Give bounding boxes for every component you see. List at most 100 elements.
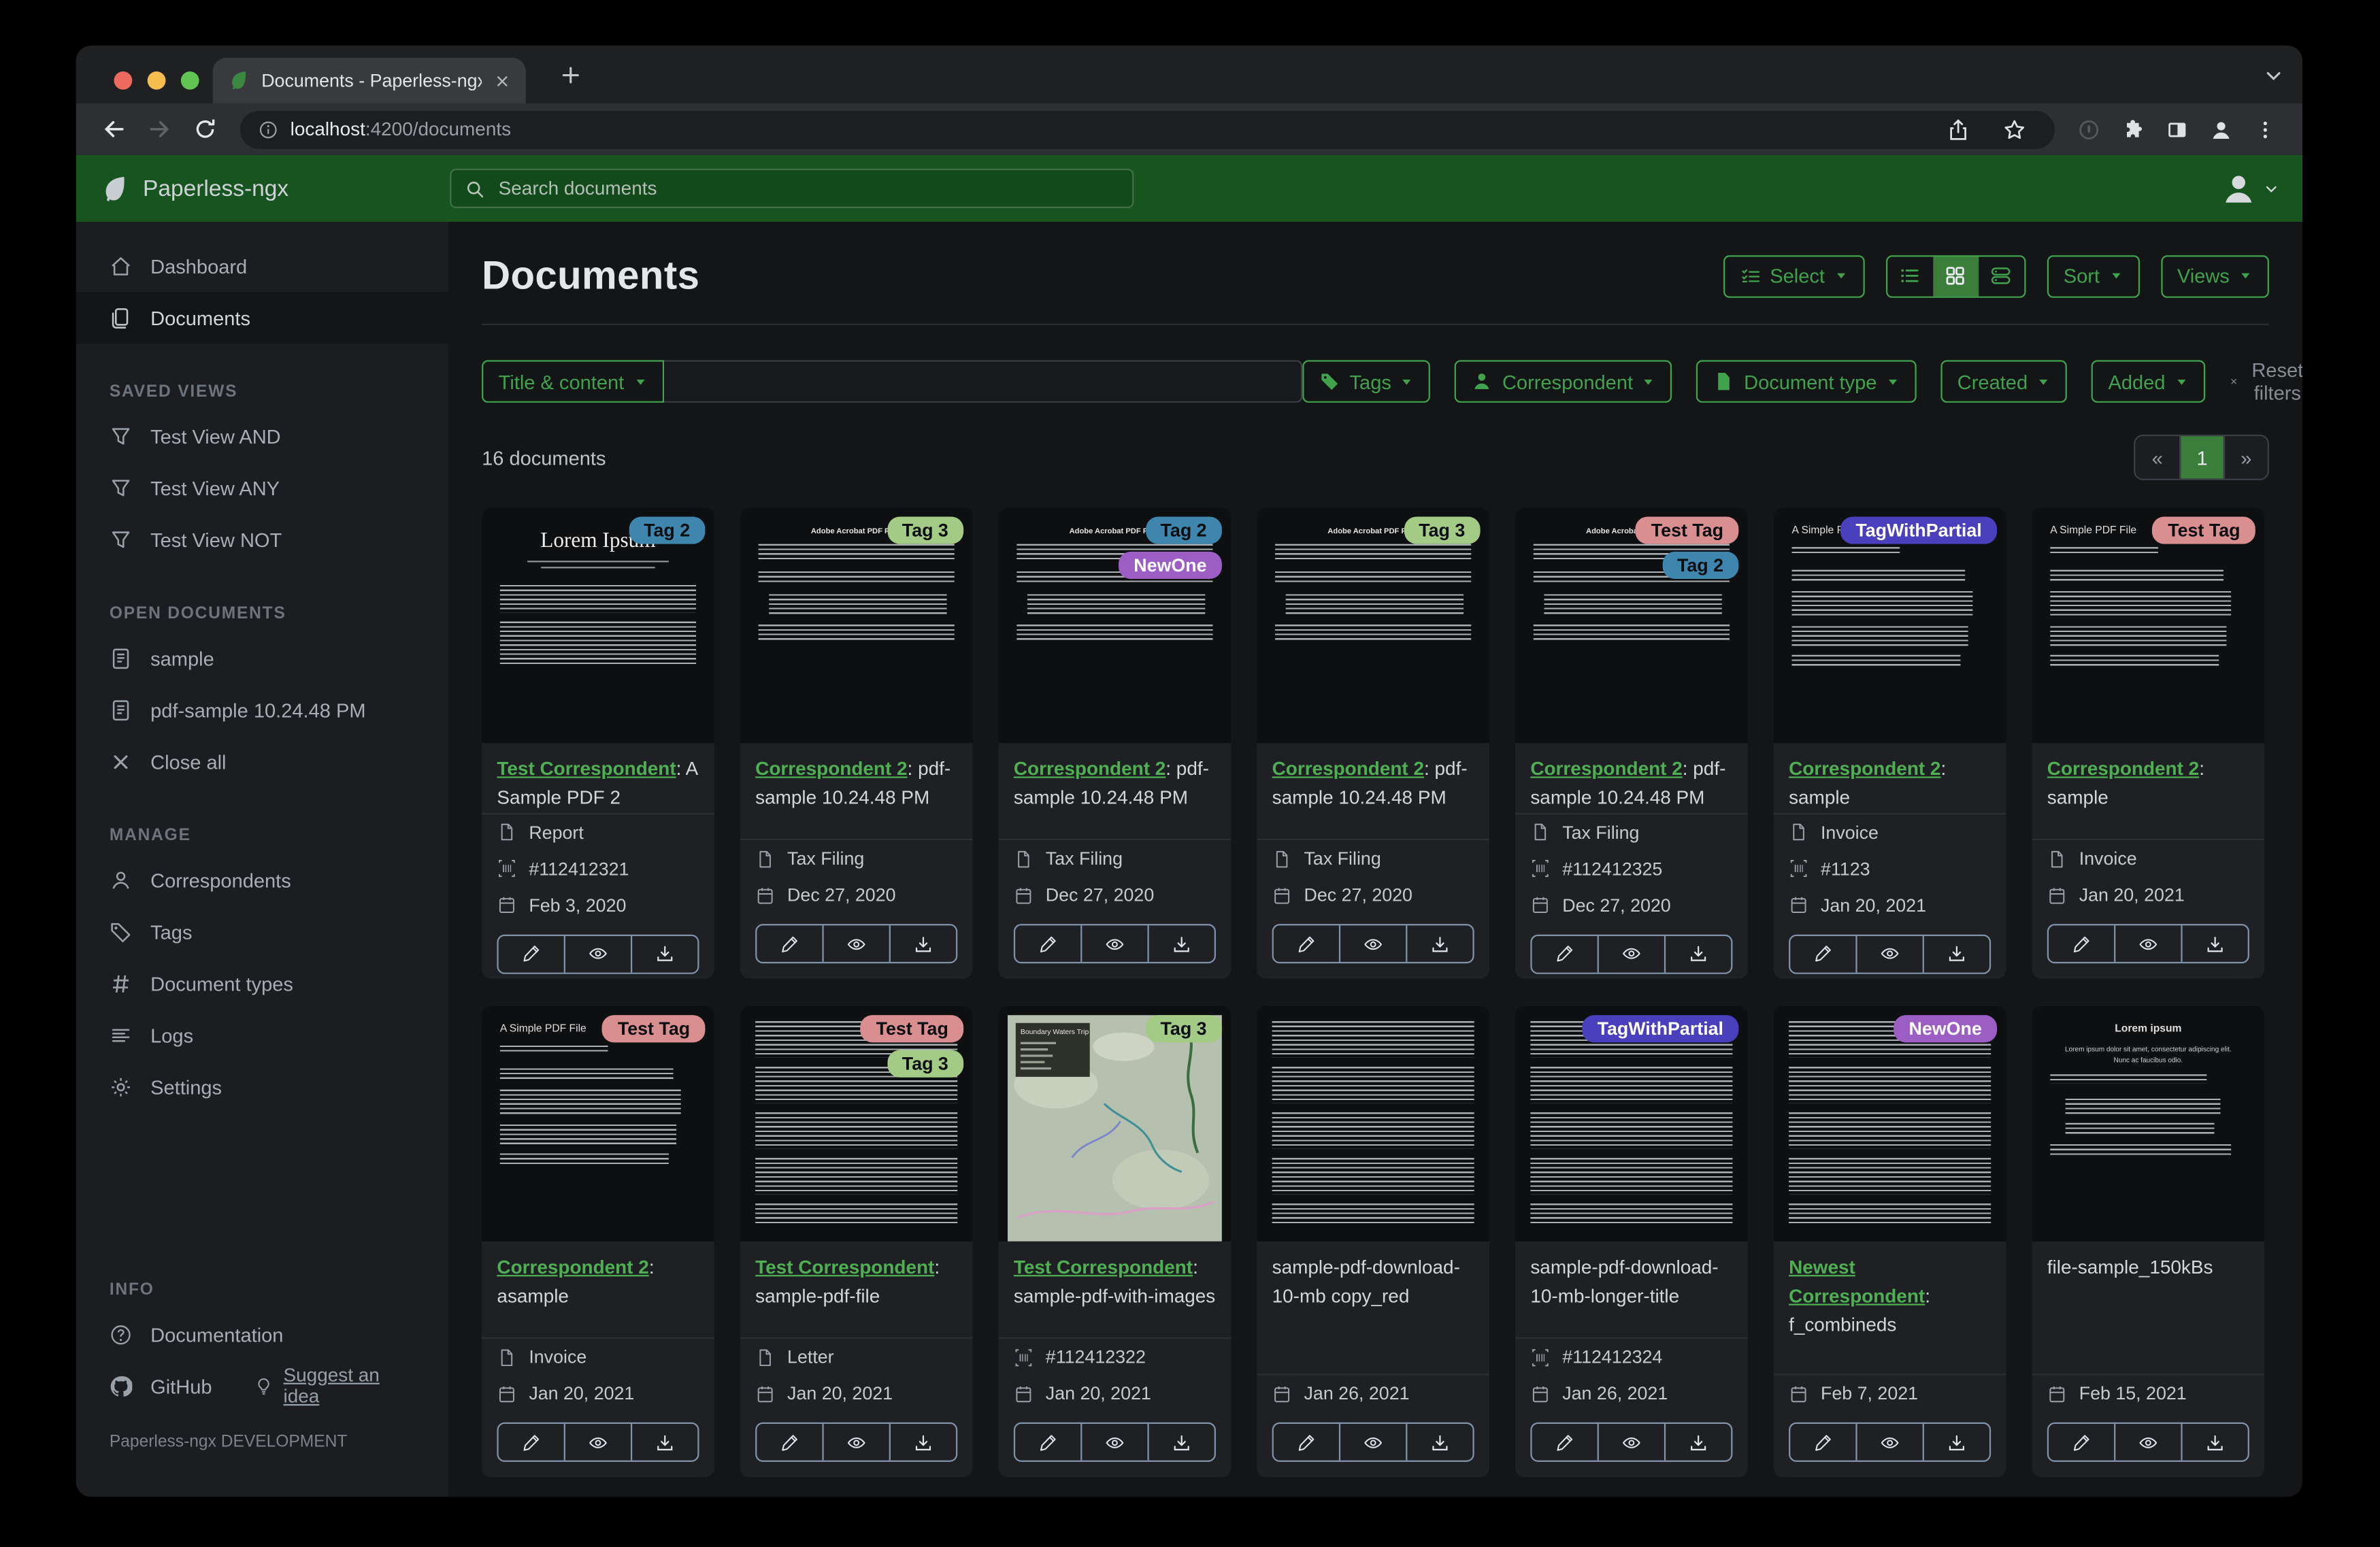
correspondent-link[interactable]: Newest Correspondent bbox=[1789, 1257, 1925, 1306]
document-title[interactable]: Newest Correspondent: f_combineds bbox=[1789, 1254, 1991, 1340]
edit-button[interactable] bbox=[1274, 925, 1339, 962]
tag-badge[interactable]: Tag 3 bbox=[887, 1050, 963, 1077]
edit-button[interactable] bbox=[1274, 1424, 1339, 1461]
edit-button[interactable] bbox=[2049, 925, 2114, 962]
share-icon[interactable] bbox=[1947, 118, 1970, 141]
sidebar-item-logs[interactable]: Logs bbox=[76, 1009, 448, 1061]
edit-button[interactable] bbox=[1790, 935, 1855, 972]
filter-added-button[interactable]: Added bbox=[2092, 360, 2205, 403]
filter-tags-button[interactable]: Tags bbox=[1302, 360, 1431, 403]
sidebar-item-test-view-not[interactable]: Test View NOT bbox=[76, 514, 448, 565]
tag-badge[interactable]: NewOne bbox=[1894, 1015, 1997, 1042]
sidebar-item-document-types[interactable]: Document types bbox=[76, 957, 448, 1009]
document-thumbnail[interactable]: Adobe Acrobat PDF FilesTest TagTag 2 bbox=[1515, 508, 1748, 743]
document-thumbnail[interactable]: Test Tag Tag 3 bbox=[740, 1006, 973, 1242]
view-button[interactable] bbox=[1080, 1424, 1147, 1461]
close-window-button[interactable] bbox=[114, 71, 133, 90]
correspondent-link[interactable]: Correspondent 2 bbox=[1014, 759, 1166, 780]
document-title[interactable]: sample-pdf-download-10-mb-longer-title bbox=[1530, 1254, 1732, 1311]
download-button[interactable] bbox=[631, 1424, 697, 1461]
download-button[interactable] bbox=[1664, 935, 1731, 972]
document-thumbnail[interactable]: Lorem IpsumTag 2 bbox=[482, 508, 714, 743]
github-link[interactable]: GitHub bbox=[150, 1374, 212, 1397]
document-thumbnail[interactable]: A Simple PDF FileTagWithPartial bbox=[1774, 508, 2006, 743]
correspondent-link[interactable]: Correspondent 2 bbox=[1530, 759, 1682, 780]
extensions-puzzle-icon[interactable] bbox=[2121, 118, 2145, 141]
tag-badge[interactable]: TagWithPartial bbox=[1840, 516, 1997, 544]
sidebar-item-tags[interactable]: Tags bbox=[76, 905, 448, 957]
sidebar-item-open-doc-pdf-sample[interactable]: pdf-sample 10.24.48 PM bbox=[76, 684, 448, 735]
edit-button[interactable] bbox=[1532, 1424, 1598, 1461]
sidebar-item-correspondents[interactable]: Correspondents bbox=[76, 854, 448, 905]
correspondent-link[interactable]: Correspondent 2 bbox=[1272, 759, 1424, 780]
download-button[interactable] bbox=[631, 935, 697, 972]
browser-tab[interactable]: Documents - Paperless-ngx bbox=[213, 58, 526, 103]
side-panel-icon[interactable] bbox=[2166, 118, 2189, 141]
filter-field-button[interactable]: Title & content bbox=[482, 360, 663, 403]
document-title[interactable]: Correspondent 2: pdf-sample 10.24.48 PM bbox=[1530, 755, 1732, 812]
edit-button[interactable] bbox=[499, 1424, 564, 1461]
download-button[interactable] bbox=[2181, 925, 2247, 962]
browser-menu-icon[interactable] bbox=[2254, 118, 2277, 141]
document-thumbnail[interactable]: Adobe Acrobat PDF FilesTag 3 bbox=[740, 508, 973, 743]
minimize-window-button[interactable] bbox=[148, 71, 166, 90]
document-card[interactable]: Boundary Waters TripTag 3 Test Correspond… bbox=[999, 1006, 1232, 1477]
views-button[interactable]: Views bbox=[2160, 254, 2269, 297]
edit-button[interactable] bbox=[757, 1424, 822, 1461]
edit-button[interactable] bbox=[757, 925, 822, 962]
document-card[interactable]: Test TagTag 3Test Correspondent: sample-… bbox=[740, 1006, 973, 1477]
document-title[interactable]: Correspondent 2: asample bbox=[497, 1254, 699, 1311]
document-card[interactable]: sample-pdf-download-10-mb copy_redJan 26… bbox=[1257, 1006, 1489, 1477]
select-button[interactable]: Select bbox=[1723, 254, 1864, 297]
download-button[interactable] bbox=[889, 1424, 956, 1461]
new-tab-button[interactable] bbox=[559, 64, 582, 87]
document-title[interactable]: Test Correspondent: sample-pdf-with-imag… bbox=[1014, 1254, 1216, 1311]
tag-badge[interactable]: NewOne bbox=[1119, 552, 1222, 579]
document-thumbnail[interactable]: Adobe Acrobat PDF FilesTag 3 bbox=[1257, 508, 1489, 743]
view-button[interactable] bbox=[2114, 1424, 2181, 1461]
document-card[interactable]: Adobe Acrobat PDF FilesTag 3 Corresponden… bbox=[740, 508, 973, 978]
edit-button[interactable] bbox=[1015, 1424, 1080, 1461]
extension-circle-icon[interactable] bbox=[2077, 118, 2100, 141]
correspondent-link[interactable]: Correspondent 2 bbox=[2047, 759, 2199, 780]
view-button[interactable] bbox=[1855, 1424, 1922, 1461]
correspondent-link[interactable]: Correspondent 2 bbox=[755, 759, 907, 780]
brand[interactable]: Paperless-ngx bbox=[100, 174, 450, 203]
view-button[interactable] bbox=[2114, 925, 2181, 962]
filter-correspondent-button[interactable]: Correspondent bbox=[1455, 360, 1672, 403]
back-button[interactable] bbox=[102, 117, 127, 142]
view-button[interactable] bbox=[1339, 925, 1406, 962]
download-button[interactable] bbox=[2181, 1424, 2247, 1461]
download-button[interactable] bbox=[1147, 1424, 1214, 1461]
document-title[interactable]: Correspondent 2: pdf-sample 10.24.48 PM bbox=[1014, 755, 1216, 812]
current-page-button[interactable]: 1 bbox=[2179, 436, 2224, 479]
tag-badge[interactable]: Tag 3 bbox=[1404, 516, 1481, 544]
correspondent-link[interactable]: Correspondent 2 bbox=[1789, 759, 1940, 780]
correspondent-link[interactable]: Test Correspondent bbox=[1014, 1257, 1193, 1278]
sidebar-item-documentation[interactable]: Documentation bbox=[76, 1308, 448, 1360]
document-title[interactable]: file-sample_150kBs bbox=[2047, 1254, 2249, 1282]
edit-button[interactable] bbox=[1532, 935, 1598, 972]
view-button[interactable] bbox=[1598, 1424, 1664, 1461]
sidebar-item-test-view-any[interactable]: Test View ANY bbox=[76, 462, 448, 514]
tag-badge[interactable]: Test Tag bbox=[1636, 516, 1738, 544]
document-card[interactable]: TagWithPartialsample-pdf-download-10-mb-… bbox=[1515, 1006, 1748, 1477]
edit-button[interactable] bbox=[499, 935, 564, 972]
view-button[interactable] bbox=[1855, 935, 1922, 972]
download-button[interactable] bbox=[1406, 925, 1472, 962]
document-title[interactable]: Correspondent 2: sample bbox=[2047, 755, 2249, 812]
document-thumbnail[interactable]: Boundary Waters TripTag 3 bbox=[999, 1006, 1232, 1242]
document-card[interactable]: A Simple PDF FileTest Tag Correspondent 2… bbox=[2032, 508, 2264, 978]
download-button[interactable] bbox=[1923, 1424, 1989, 1461]
document-title[interactable]: sample-pdf-download-10-mb copy_red bbox=[1272, 1254, 1474, 1311]
global-search[interactable] bbox=[450, 169, 1134, 208]
document-thumbnail[interactable] bbox=[1257, 1006, 1489, 1242]
profile-avatar-icon[interactable] bbox=[2210, 118, 2233, 141]
filter-text-input[interactable] bbox=[663, 360, 1302, 403]
next-page-button[interactable]: » bbox=[2224, 436, 2268, 479]
download-button[interactable] bbox=[1147, 925, 1214, 962]
document-thumbnail[interactable]: A Simple PDF FileTest Tag bbox=[2032, 508, 2264, 743]
document-title[interactable]: Correspondent 2: pdf-sample 10.24.48 PM bbox=[755, 755, 957, 812]
tag-badge[interactable]: Test Tag bbox=[861, 1015, 963, 1042]
document-card[interactable]: A Simple PDF FileTest TagCorrespondent 2… bbox=[482, 1006, 714, 1477]
